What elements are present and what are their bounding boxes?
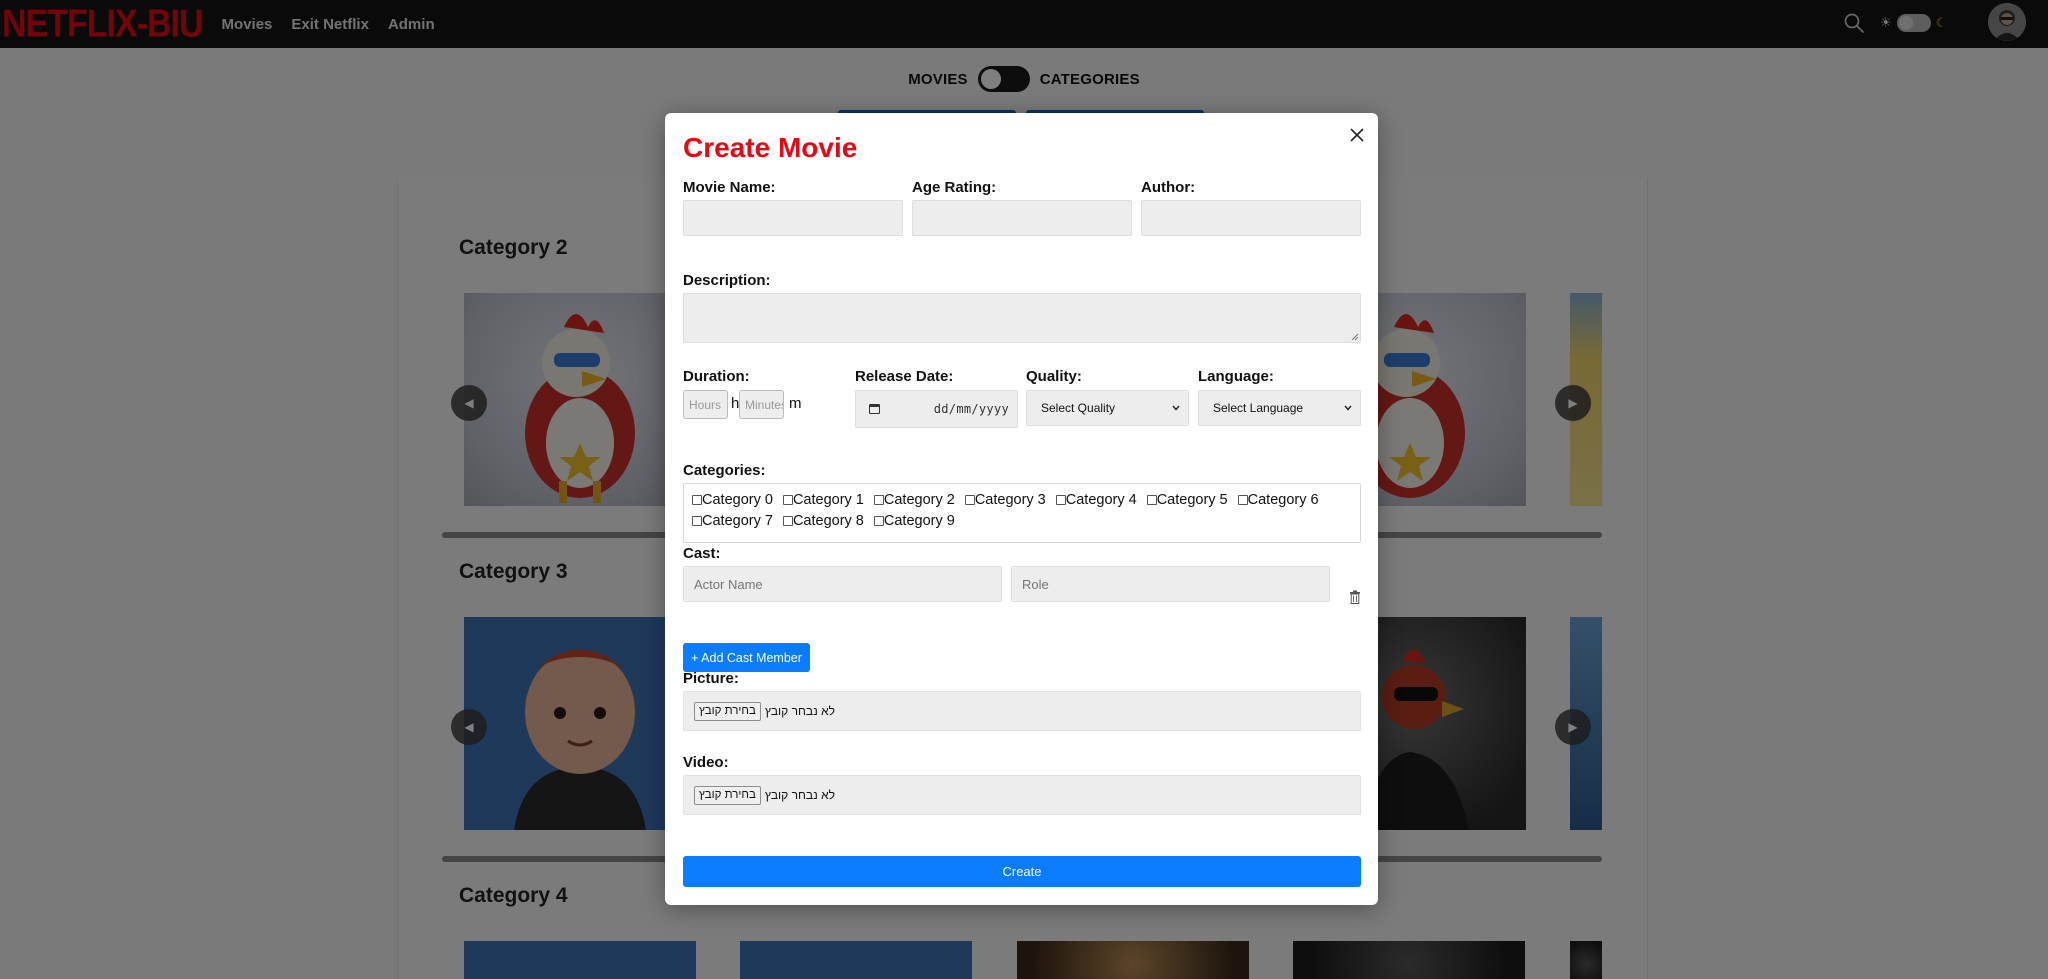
add-cast-member-button[interactable]: + Add Cast Member <box>683 643 810 672</box>
movie-name-input[interactable] <box>683 200 903 236</box>
categories-line-2: Category 7 Category 8 Category 9 <box>692 510 1352 531</box>
category-checkbox-1[interactable]: Category 1 <box>782 491 864 508</box>
close-icon[interactable] <box>1348 126 1366 144</box>
category-checkbox-0[interactable]: Category 0 <box>692 492 773 508</box>
checkbox-label: Category 1 <box>792 491 864 508</box>
calendar-icon[interactable] <box>869 404 880 414</box>
checkbox-label: Category 9 <box>883 512 955 529</box>
category-checkbox-6[interactable]: Category 6 <box>1237 491 1319 508</box>
release-date-input[interactable]: dd/mm/yyyy <box>855 390 1018 428</box>
video-choose-file-button[interactable]: בחירת קובץ <box>694 785 761 805</box>
movie-name-label: Movie Name: <box>683 179 776 196</box>
checkbox[interactable] <box>964 494 975 505</box>
language-label: Language: <box>1198 368 1274 385</box>
checkbox[interactable] <box>782 515 793 526</box>
checkbox-label: Category 0 <box>702 491 773 508</box>
categories-checkbox-group: Category 0 Category 1 Category 2 Categor… <box>683 483 1361 543</box>
checkbox-label: Category 2 <box>883 491 955 508</box>
checkbox-label: Category 3 <box>974 491 1046 508</box>
minutes-unit: m <box>789 395 802 412</box>
video-label: Video: <box>683 754 729 771</box>
duration-hours-input[interactable]: Hours <box>683 390 728 419</box>
quality-select[interactable]: Select Quality <box>1026 390 1189 426</box>
hours-placeholder: Hours <box>689 397 722 412</box>
picture-file-status: לא נבחר קובץ <box>764 704 835 718</box>
modal-title: Create Movie <box>683 132 858 163</box>
age-rating-label: Age Rating: <box>912 179 997 196</box>
minutes-placeholder: Minutes <box>745 397 784 412</box>
checkbox-label: Category 6 <box>1247 491 1319 508</box>
category-checkbox-2[interactable]: Category 2 <box>873 491 955 508</box>
author-input[interactable] <box>1141 200 1361 236</box>
trash-icon[interactable] <box>1349 590 1361 604</box>
duration-minutes-input[interactable]: Minutes <box>739 390 784 419</box>
checkbox-label: Category 5 <box>1156 491 1228 508</box>
category-checkbox-8[interactable]: Category 8 <box>782 512 864 529</box>
category-checkbox-3[interactable]: Category 3 <box>964 491 1046 508</box>
create-button[interactable]: Create <box>683 856 1361 887</box>
release-date-value: dd/mm/yyyy <box>933 402 1009 416</box>
video-file-status: לא נבחר קובץ <box>764 788 835 802</box>
checkbox[interactable] <box>873 494 884 505</box>
categories-label: Categories: <box>683 462 766 479</box>
video-file-input[interactable]: בחירת קובץ לא נבחר קובץ <box>683 775 1361 815</box>
duration-label: Duration: <box>683 368 750 385</box>
checkbox[interactable] <box>692 515 702 526</box>
category-checkbox-7[interactable]: Category 7 <box>692 513 773 529</box>
release-date-label: Release Date: <box>855 368 954 385</box>
checkbox[interactable] <box>873 515 884 526</box>
category-checkbox-9[interactable]: Category 9 <box>873 512 955 529</box>
quality-select-value: Select Quality <box>1041 401 1116 415</box>
description-label: Description: <box>683 272 771 289</box>
cast-label: Cast: <box>683 545 721 562</box>
category-checkbox-4[interactable]: Category 4 <box>1055 491 1137 508</box>
checkbox[interactable] <box>1237 494 1248 505</box>
age-rating-input[interactable] <box>912 200 1132 236</box>
checkbox[interactable] <box>1055 494 1066 505</box>
picture-choose-file-button[interactable]: בחירת קובץ <box>694 701 761 721</box>
resize-grip-icon[interactable] <box>1351 333 1359 341</box>
description-textarea[interactable] <box>683 293 1361 343</box>
checkbox[interactable] <box>692 494 702 505</box>
checkbox-label: Category 8 <box>792 512 864 529</box>
chevron-down-icon <box>1172 405 1180 411</box>
actor-name-input[interactable] <box>683 566 1002 602</box>
role-input[interactable] <box>1011 566 1330 602</box>
categories-line-1: Category 0 Category 1 Category 2 Categor… <box>692 489 1352 510</box>
checkbox-label: Category 4 <box>1065 491 1137 508</box>
language-select-value: Select Language <box>1213 401 1304 415</box>
checkbox-label: Category 7 <box>702 512 773 529</box>
category-checkbox-5[interactable]: Category 5 <box>1146 491 1228 508</box>
chevron-down-icon <box>1344 405 1352 411</box>
checkbox[interactable] <box>1146 494 1157 505</box>
language-select[interactable]: Select Language <box>1198 390 1361 426</box>
checkbox[interactable] <box>782 494 793 505</box>
quality-label: Quality: <box>1026 368 1082 385</box>
create-movie-modal: Create Movie Movie Name: Age Rating: Aut… <box>665 113 1378 905</box>
picture-label: Picture: <box>683 670 739 687</box>
picture-file-input[interactable]: בחירת קובץ לא נבחר קובץ <box>683 691 1361 731</box>
author-label: Author: <box>1141 179 1196 196</box>
